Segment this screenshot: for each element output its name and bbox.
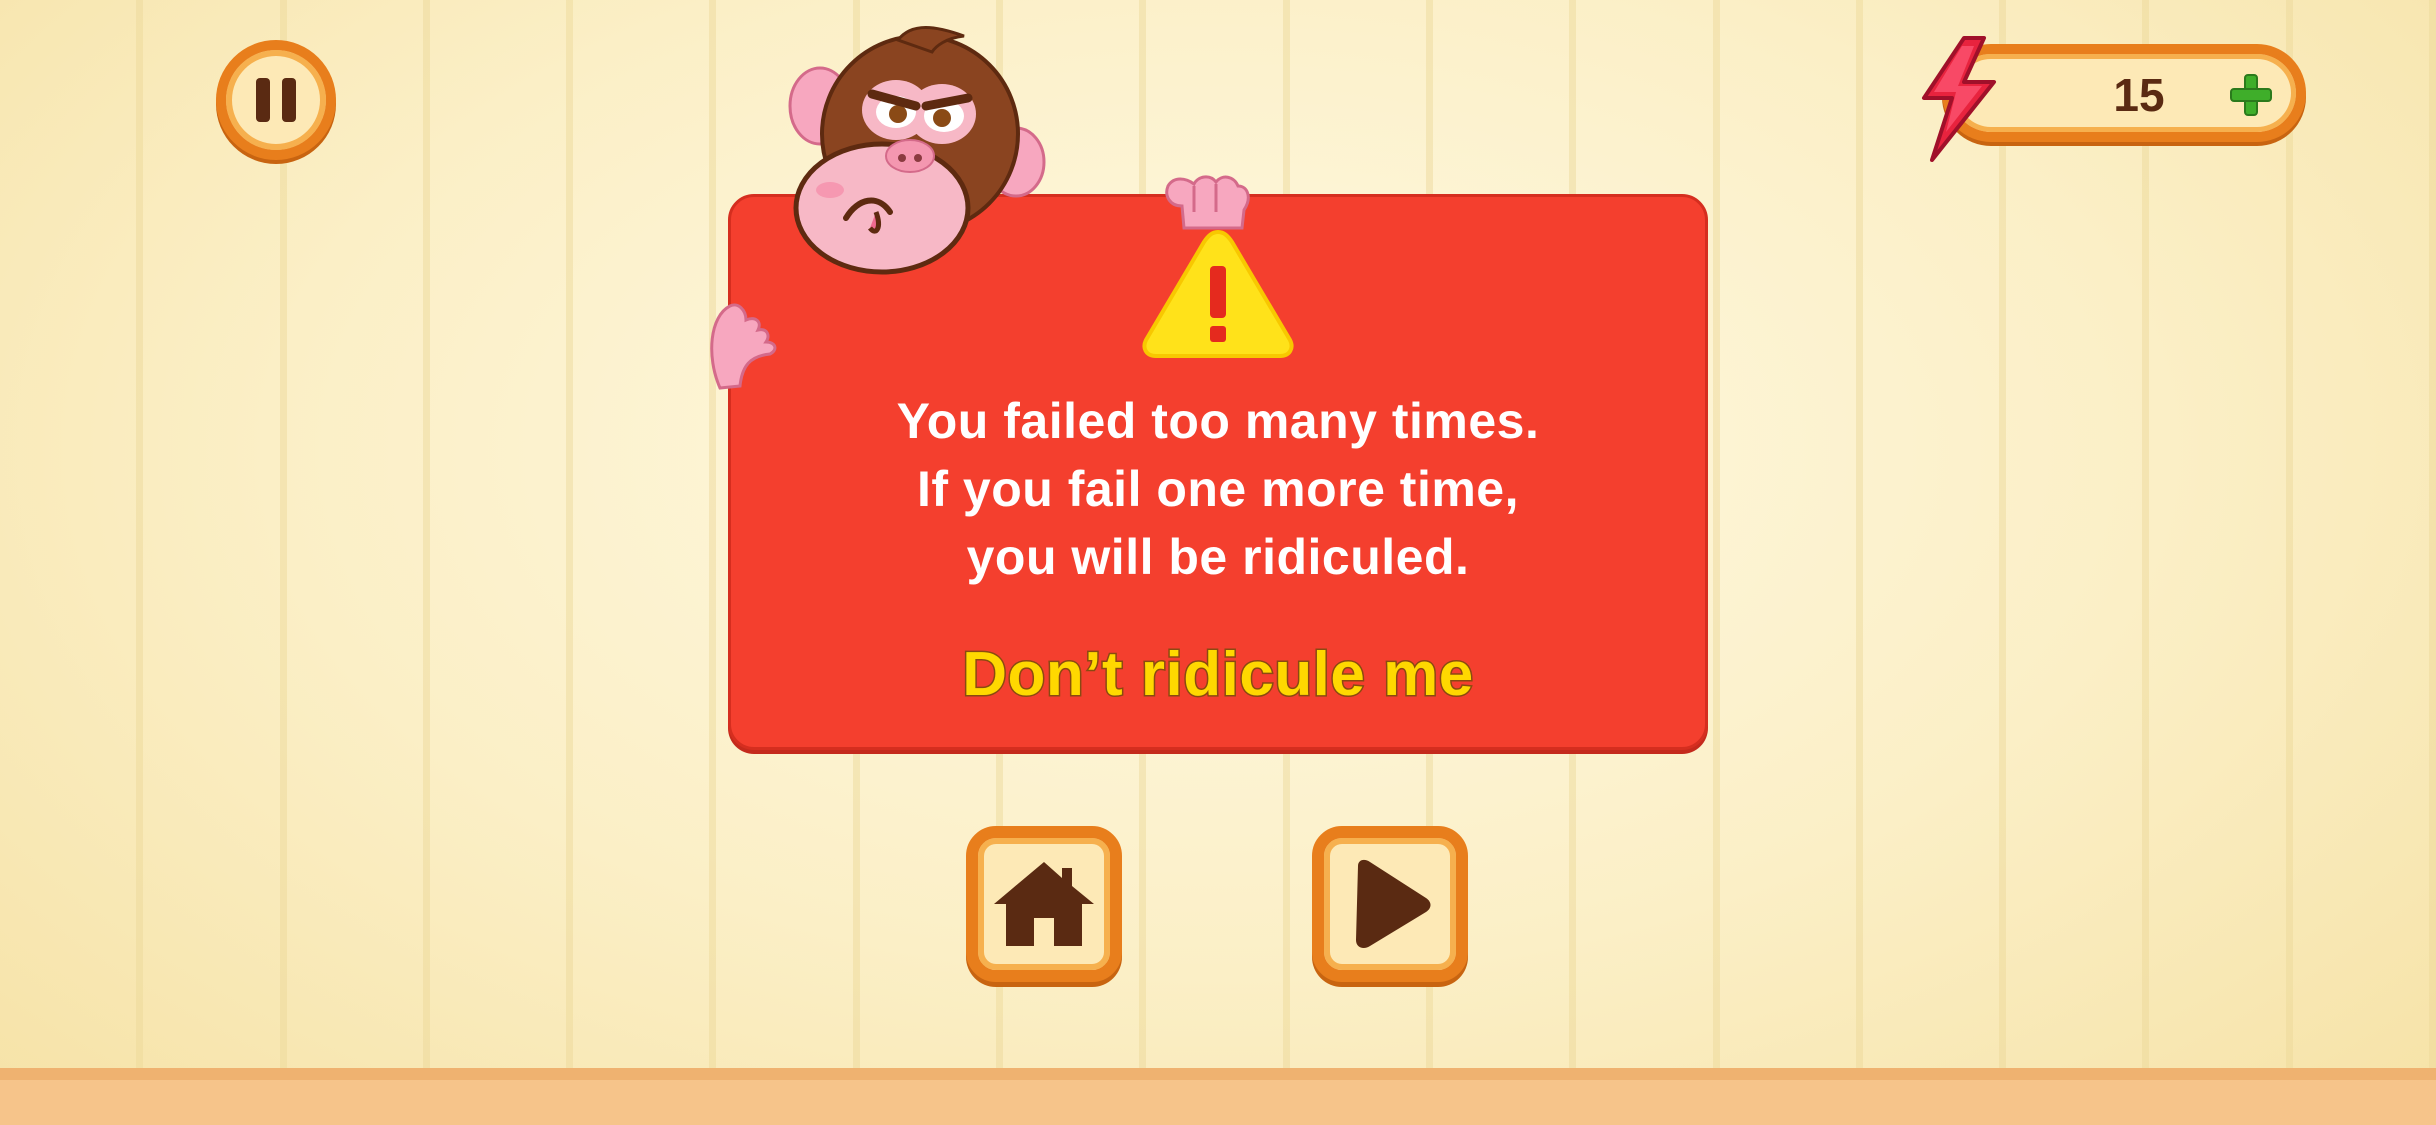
angry-monkey: [788, 26, 1046, 275]
plus-icon[interactable]: [2230, 74, 2272, 116]
failure-message-line: If you fail one more time,: [917, 461, 1519, 517]
monkey-hand-top: [1165, 175, 1250, 230]
pause-icon: [256, 78, 270, 122]
home-icon: [994, 862, 1094, 946]
pause-icon-bar: [282, 78, 296, 122]
pause-button[interactable]: [216, 40, 336, 160]
failure-message-line: you will be ridiculed.: [966, 529, 1470, 585]
play-icon: [1356, 859, 1431, 948]
floor: [0, 1068, 2436, 1125]
failure-message-line: You failed too many times.: [896, 393, 1540, 449]
home-button[interactable]: [966, 826, 1122, 982]
monkey-hand-left: [710, 303, 777, 390]
play-button[interactable]: [1312, 826, 1468, 982]
lightning-bolt-icon: [1922, 36, 1996, 162]
warning-icon: [1142, 229, 1294, 358]
dont-ridicule-me-button[interactable]: Don’t ridicule me: [900, 632, 1536, 716]
